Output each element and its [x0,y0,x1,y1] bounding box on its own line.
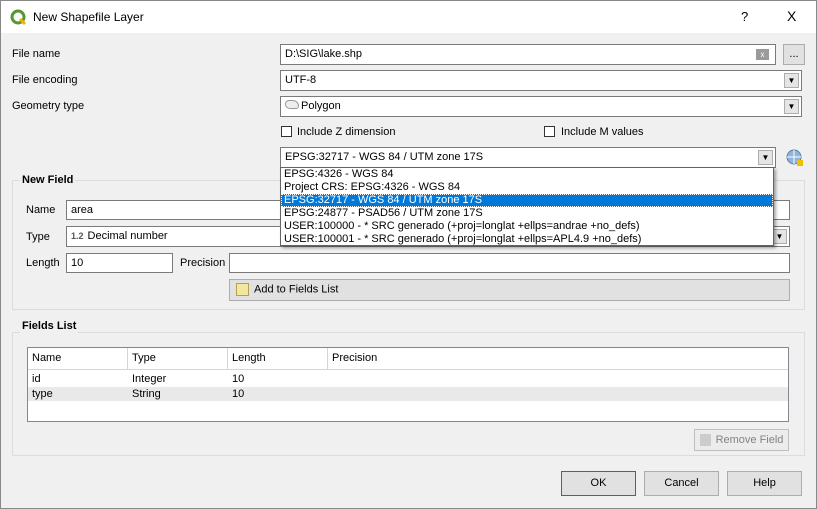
length-label: Length [26,257,60,269]
column-header-length[interactable]: Length [228,348,328,370]
file-name-label: File name [12,48,61,60]
close-button[interactable]: X [787,9,796,23]
cell-type: String [132,388,161,400]
crs-value: EPSG:32717 - WGS 84 / UTM zone 17S [285,151,484,163]
cell-length: 10 [232,373,245,385]
geometry-type-select[interactable]: Polygon ▼ [280,96,802,117]
file-name-input[interactable]: D:\SIG\lake.shp x [280,44,776,65]
chevron-down-icon: ▼ [784,99,799,114]
remove-field-label: Remove Field [715,434,784,446]
clear-icon[interactable]: x [756,49,769,60]
precision-input[interactable] [229,253,790,273]
crs-option[interactable]: USER:100000 - * SRC generado (+proj=long… [281,220,773,233]
column-header-precision[interactable]: Precision [328,348,788,370]
cancel-button[interactable]: Cancel [644,471,719,496]
geometry-type-value: Polygon [301,100,341,112]
column-header-type[interactable]: Type [128,348,228,370]
cell-type: Integer [132,373,167,385]
length-input[interactable]: 10 [66,253,173,273]
help-button[interactable]: Help [727,471,802,496]
include-m-label: Include M values [561,126,644,138]
table-row[interactable]: type String 10 [28,387,788,401]
field-type-value: Decimal number [87,230,168,242]
help-title-button[interactable]: ? [741,10,748,24]
precision-label: Precision [180,257,226,269]
chevron-down-icon: ▼ [758,150,773,165]
table-row[interactable]: id Integer 10 [28,372,788,386]
chevron-down-icon: ▼ [772,229,787,244]
cell-length: 10 [232,388,245,400]
cell-name: type [32,388,53,400]
file-encoding-value: UTF-8 [285,74,317,86]
decimal-icon: 1.2 [71,231,84,241]
crs-option[interactable]: EPSG:24877 - PSAD56 / UTM zone 17S [281,207,773,220]
name-label: Name [26,204,56,216]
browse-button[interactable]: ... [783,44,805,65]
type-label: Type [26,231,50,243]
file-encoding-select[interactable]: UTF-8 ▼ [280,70,802,91]
new-field-title: New Field [20,174,76,187]
add-to-fields-list-button[interactable]: Add to Fields List [229,279,790,301]
chevron-down-icon: ▼ [784,73,799,88]
polygon-icon [285,100,299,109]
crs-select[interactable]: EPSG:32717 - WGS 84 / UTM zone 17S ▼ [280,147,776,168]
crs-dropdown-list[interactable]: EPSG:4326 - WGS 84 Project CRS: EPSG:432… [280,167,774,246]
add-button-label: Add to Fields List [254,283,339,296]
field-name-value: area [71,204,94,216]
crs-option[interactable]: EPSG:4326 - WGS 84 [281,168,773,181]
qgis-logo-icon [10,9,27,26]
include-z-label: Include Z dimension [297,126,396,138]
file-encoding-label: File encoding [12,74,78,86]
file-name-value: D:\SIG\lake.shp [285,48,363,60]
window-title: New Shapefile Layer [33,10,144,24]
include-m-checkbox[interactable] [544,126,555,137]
length-value: 10 [71,257,84,269]
title-bar: New Shapefile Layer ? X [1,1,816,33]
cell-name: id [32,373,41,385]
remove-field-icon [699,434,711,447]
ok-button[interactable]: OK [561,471,636,496]
remove-field-button[interactable]: Remove Field [694,429,789,451]
crs-option[interactable]: USER:100001 - * SRC generado (+proj=long… [281,233,773,246]
include-z-checkbox[interactable] [281,126,292,137]
crs-option[interactable]: Project CRS: EPSG:4326 - WGS 84 [281,181,773,194]
add-field-icon [236,283,249,296]
column-header-name[interactable]: Name [28,348,128,370]
geometry-type-label: Geometry type [12,100,85,112]
crs-option-selected[interactable]: EPSG:32717 - WGS 84 / UTM zone 17S [281,194,773,207]
globe-icon[interactable] [785,148,805,168]
fields-list-title: Fields List [20,320,79,333]
